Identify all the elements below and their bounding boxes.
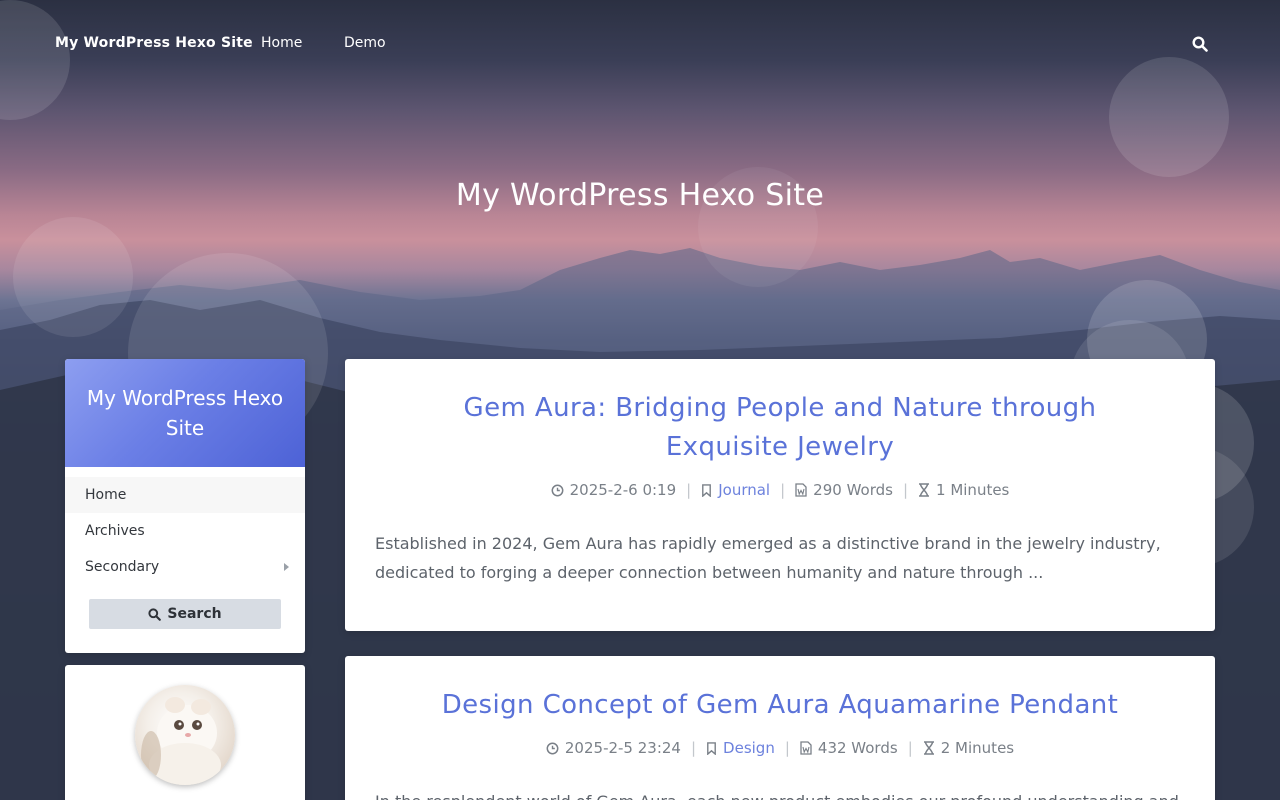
post-date: 2025-2-6 0:19 — [569, 481, 677, 499]
post-read-time: 1 Minutes — [936, 481, 1010, 499]
clock-icon — [546, 742, 559, 755]
hourglass-icon — [923, 741, 935, 755]
post-word-count: 290 Words — [813, 481, 893, 499]
sidebar-item-home[interactable]: Home — [65, 477, 305, 513]
post-date: 2025-2-5 23:24 — [564, 739, 681, 757]
nav-link-home[interactable]: Home — [261, 35, 302, 51]
post-excerpt: In the resplendent world of Gem Aura, ea… — [375, 787, 1185, 800]
hero-title: My WordPress Hexo Site — [455, 178, 825, 213]
word-file-icon — [795, 483, 807, 497]
meta-separator: | — [780, 481, 786, 499]
search-icon[interactable] — [1192, 36, 1210, 54]
post-category-link[interactable]: Journal — [718, 481, 770, 499]
decor-bubble — [13, 217, 133, 337]
bookmark-icon — [701, 483, 712, 497]
post-excerpt: Established in 2024, Gem Aura has rapidl… — [375, 534, 1161, 582]
meta-separator: | — [686, 481, 692, 499]
search-icon — [148, 607, 162, 621]
site-brand-link[interactable]: My WordPress Hexo Site — [55, 35, 253, 51]
cat-avatar — [135, 685, 235, 785]
clock-icon — [551, 484, 564, 497]
post-card: Gem Aura: Bridging People and Nature thr… — [345, 359, 1215, 631]
meta-separator: | — [902, 481, 909, 499]
sidebar-item-secondary[interactable]: Secondary — [65, 549, 305, 585]
sidebar-menu: Home Archives Secondary — [65, 467, 305, 585]
post-card: Design Concept of Gem Aura Aquamarine Pe… — [345, 656, 1215, 800]
post-category-link[interactable]: Design — [723, 739, 775, 757]
sidebar-item-archives[interactable]: Archives — [65, 513, 305, 549]
hourglass-icon — [918, 483, 930, 497]
sidebar-nav-card: My WordPress Hexo Site Home Archives Sec… — [65, 359, 305, 653]
sidebar-item-label: Archives — [85, 523, 145, 539]
post-read-time: 2 Minutes — [940, 739, 1015, 757]
post-title-link[interactable]: Design Concept of Gem Aura Aquamarine Pe… — [375, 686, 1185, 725]
caret-right-icon — [284, 563, 289, 571]
search-button-label: Search — [167, 606, 222, 622]
sidebar-profile-card — [65, 665, 305, 800]
sidebar-site-title[interactable]: My WordPress Hexo Site — [65, 359, 305, 467]
post-meta: 2025-2-6 0:19 | Journal | 290 Words | 1 … — [375, 481, 1185, 499]
sidebar-search-button[interactable]: Search — [89, 599, 281, 629]
sidebar-item-label: Home — [85, 487, 127, 503]
meta-separator: | — [784, 739, 790, 757]
meta-separator: | — [907, 739, 913, 757]
nav-link-demo[interactable]: Demo — [344, 35, 386, 51]
sidebar-item-label: Secondary — [85, 559, 160, 575]
top-navbar: My WordPress Hexo Site Home Demo — [0, 0, 1280, 88]
bookmark-icon — [706, 741, 717, 755]
post-title-link[interactable]: Gem Aura: Bridging People and Nature thr… — [375, 389, 1185, 467]
meta-separator: | — [690, 739, 697, 757]
word-file-icon — [800, 741, 812, 755]
post-meta: 2025-2-5 23:24 | Design | 432 Words | 2 … — [375, 739, 1185, 757]
post-word-count: 432 Words — [817, 739, 898, 757]
